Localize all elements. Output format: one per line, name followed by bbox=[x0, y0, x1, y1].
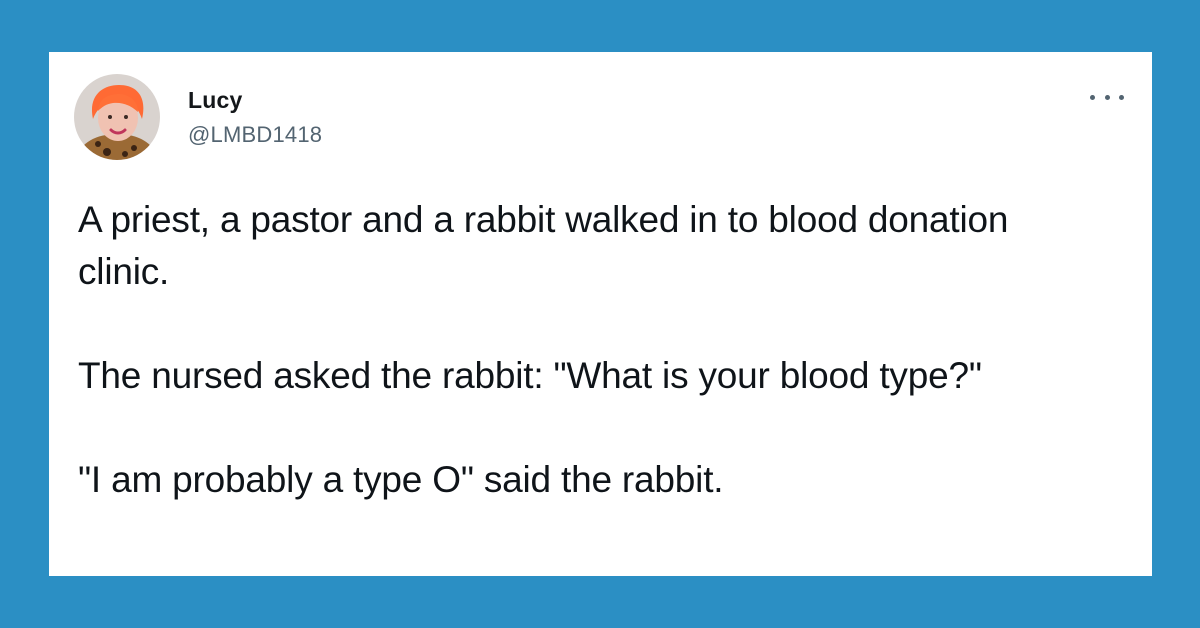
avatar[interactable] bbox=[74, 74, 160, 160]
tweet-text: A priest, a pastor and a rabbit walked i… bbox=[78, 194, 1088, 506]
tweet-paragraph: "I am probably a type O" said the rabbit… bbox=[78, 459, 724, 500]
tweet-paragraph: A priest, a pastor and a rabbit walked i… bbox=[78, 199, 1009, 292]
author-handle[interactable]: @LMBD1418 bbox=[188, 122, 322, 148]
tweet-card: Lucy @LMBD1418 A priest, a pastor and a … bbox=[49, 52, 1152, 576]
image-frame: Lucy @LMBD1418 A priest, a pastor and a … bbox=[0, 0, 1200, 628]
author-name[interactable]: Lucy bbox=[188, 87, 242, 114]
avatar-photo bbox=[74, 74, 160, 160]
more-options-button[interactable] bbox=[1090, 86, 1124, 108]
more-dot-icon bbox=[1104, 94, 1110, 100]
more-dot-icon bbox=[1090, 94, 1095, 100]
tweet-paragraph: The nursed asked the rabbit: "What is yo… bbox=[78, 355, 982, 396]
more-dot-icon bbox=[1119, 94, 1124, 100]
